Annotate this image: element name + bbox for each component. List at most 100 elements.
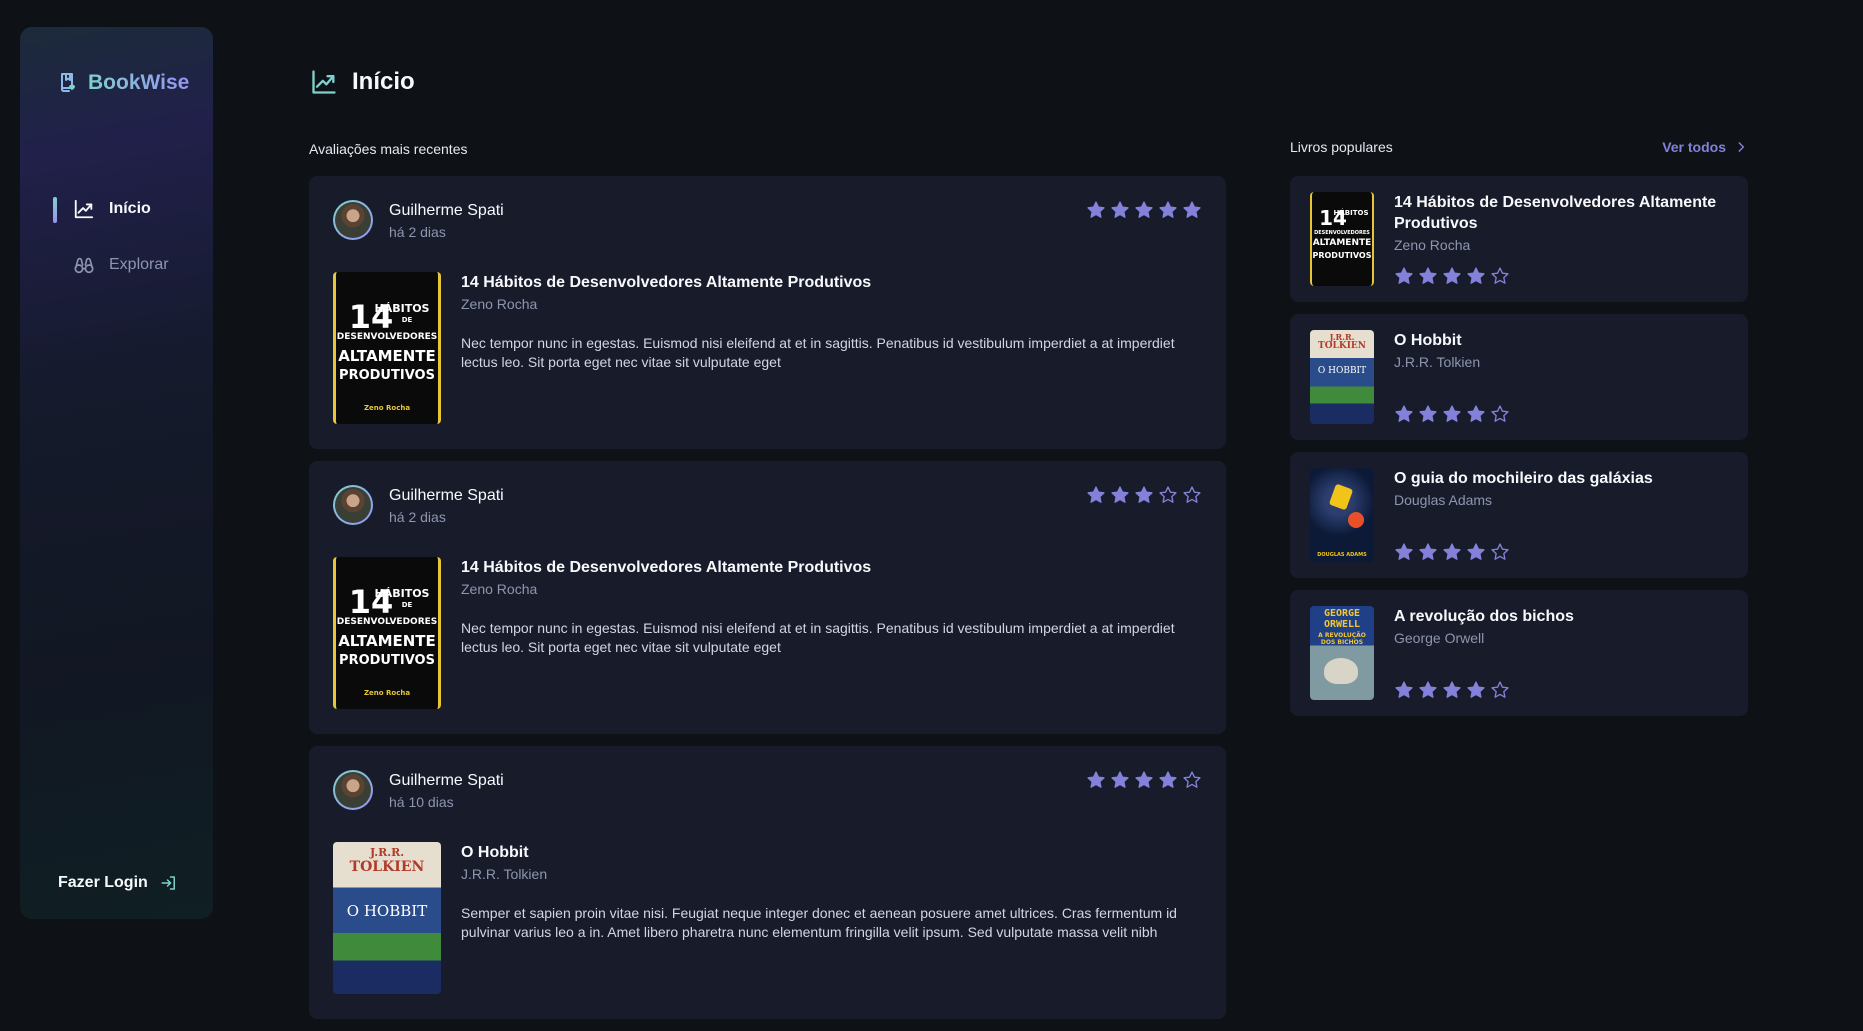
rating-stars: [1394, 404, 1728, 424]
cover-text: TOLKIEN: [349, 859, 425, 875]
book-cover[interactable]: J.R.R. TOLKIEN O HOBBIT: [1310, 330, 1374, 424]
star-filled-icon: [1395, 543, 1413, 560]
app-name: BookWise: [88, 71, 190, 94]
cover-text: HÁBITOS: [374, 587, 430, 600]
star-filled-icon: [1395, 267, 1413, 284]
sidebar-item-label: Início: [109, 200, 151, 217]
star-filled-icon: [1111, 771, 1129, 788]
star-empty-icon: [1159, 486, 1177, 503]
popular-book-card[interactable]: 14 HÁBITOS DESENVOLVEDORES ALTAMENTE PRO…: [1290, 176, 1748, 302]
review-user-name: Guilherme Spati: [389, 202, 504, 219]
book-title: A revolução dos bichos: [1394, 608, 1574, 625]
rating-stars: [1394, 680, 1728, 700]
cover-text: HÁBITOS: [374, 302, 430, 315]
book-author: Zeno Rocha: [1394, 237, 1471, 253]
book-title[interactable]: O Hobbit: [461, 842, 1202, 864]
popular-books-header: Livros populares Ver todos: [1290, 139, 1748, 155]
book-cover[interactable]: 14 HÁBITOS DE DESENVOLVEDORES ALTAMENTE …: [333, 272, 441, 424]
book-title: O Hobbit: [1394, 332, 1462, 349]
cover-text: HÁBITOS: [1333, 209, 1369, 217]
popular-books-list: 14 HÁBITOS DESENVOLVEDORES ALTAMENTE PRO…: [1290, 176, 1748, 728]
star-filled-icon: [1135, 201, 1153, 218]
star-filled-icon: [1135, 771, 1153, 788]
star-empty-icon: [1491, 543, 1509, 560]
star-filled-icon: [1111, 486, 1129, 503]
book-cover[interactable]: GEORGE ORWELL A REVOLUÇÃO DOS BICHOS: [1310, 606, 1374, 700]
rating-stars: [1086, 485, 1202, 505]
cover-text: A REVOLUÇÃO: [1318, 632, 1366, 639]
review-date: há 10 dias: [389, 794, 454, 810]
star-filled-icon: [1419, 267, 1437, 284]
sidebar-item-explorar[interactable]: Explorar: [20, 251, 213, 279]
star-filled-icon: [1159, 771, 1177, 788]
star-filled-icon: [1467, 267, 1485, 284]
star-filled-icon: [1111, 201, 1129, 218]
avatar[interactable]: [333, 200, 373, 240]
rating-stars: [1394, 266, 1728, 286]
recent-reviews-label: Avaliações mais recentes: [309, 141, 468, 157]
sidebar-item-inicio[interactable]: Início: [20, 195, 213, 223]
star-filled-icon: [1467, 681, 1485, 698]
book-title: 14 Hábitos de Desenvolvedores Altamente …: [1394, 194, 1717, 232]
popular-book-card[interactable]: J.R.R. TOLKIEN O HOBBIT O Hobbit J.R.R. …: [1290, 314, 1748, 440]
review-feed: Guilherme Spati há 2 dias 14 HÁBITOS DE …: [309, 176, 1226, 1031]
popular-book-card[interactable]: GEORGE ORWELL A REVOLUÇÃO DOS BICHOS A r…: [1290, 590, 1748, 716]
book-author: J.R.R. Tolkien: [461, 866, 548, 882]
review-user-name: Guilherme Spati: [389, 772, 504, 789]
book-author: Douglas Adams: [1394, 492, 1493, 508]
page-title-text: Início: [352, 68, 415, 95]
book-cover[interactable]: 14 HÁBITOS DESENVOLVEDORES ALTAMENTE PRO…: [1310, 192, 1374, 286]
star-filled-icon: [1443, 681, 1461, 698]
cover-text: J.R.R.: [369, 846, 405, 859]
star-filled-icon: [1135, 486, 1153, 503]
chart-line-up-icon: [74, 199, 94, 219]
page-title: Início: [310, 68, 415, 96]
book-author: George Orwell: [1394, 630, 1485, 646]
book-title[interactable]: 14 Hábitos de Desenvolvedores Altamente …: [461, 557, 1202, 579]
popular-books-title: Livros populares: [1290, 139, 1393, 155]
star-filled-icon: [1443, 267, 1461, 284]
star-filled-icon: [1443, 405, 1461, 422]
app-logo[interactable]: BookWise: [56, 71, 189, 95]
book-author: J.R.R. Tolkien: [1394, 354, 1481, 370]
cover-text: GEORGE: [1323, 608, 1361, 619]
star-filled-icon: [1419, 405, 1437, 422]
login-button[interactable]: Fazer Login: [58, 874, 178, 892]
chart-line-up-icon: [312, 70, 336, 94]
popular-book-card[interactable]: DOUGLAS ADAMS O guia do mochileiro das g…: [1290, 452, 1748, 578]
see-all-link[interactable]: Ver todos: [1662, 139, 1748, 155]
review-user-name: Guilherme Spati: [389, 487, 504, 504]
star-filled-icon: [1467, 405, 1485, 422]
cover-text: DE: [401, 601, 413, 609]
book-cover[interactable]: 14 HÁBITOS DE DESENVOLVEDORES ALTAMENTE …: [333, 557, 441, 709]
review-card[interactable]: Guilherme Spati há 2 dias 14 HÁBITOS DE …: [309, 176, 1226, 449]
book-cover[interactable]: DOUGLAS ADAMS: [1310, 468, 1374, 562]
login-label: Fazer Login: [58, 874, 148, 891]
cover-text: ALTAMENTE: [1312, 238, 1372, 248]
book-title[interactable]: 14 Hábitos de Desenvolvedores Altamente …: [461, 272, 1202, 294]
star-empty-icon: [1183, 486, 1201, 503]
cover-text: PRODUTIVOS: [339, 368, 435, 383]
star-filled-icon: [1183, 201, 1201, 218]
star-empty-icon: [1491, 405, 1509, 422]
star-filled-icon: [1087, 201, 1105, 218]
chevron-right-icon: [1738, 142, 1745, 152]
book-author: Zeno Rocha: [461, 581, 538, 597]
book-cover[interactable]: J.R.R. TOLKIEN O HOBBIT: [333, 842, 441, 994]
sidebar-item-label: Explorar: [109, 256, 169, 273]
avatar[interactable]: [333, 770, 373, 810]
star-filled-icon: [1087, 486, 1105, 503]
see-all-label: Ver todos: [1662, 139, 1726, 155]
review-card[interactable]: Guilherme Spati há 10 dias J.R.R. TOLKIE…: [309, 746, 1226, 1019]
review-text: Nec tempor nunc in egestas. Euismod nisi…: [461, 620, 1175, 655]
star-filled-icon: [1467, 543, 1485, 560]
review-card[interactable]: Guilherme Spati há 2 dias 14 HÁBITOS DE …: [309, 461, 1226, 734]
cover-text: DESENVOLVEDORES: [336, 332, 438, 342]
cover-text: DOUGLAS ADAMS: [1317, 552, 1367, 558]
review-date: há 2 dias: [389, 509, 446, 525]
avatar[interactable]: [333, 485, 373, 525]
cover-text: ALTAMENTE: [338, 632, 436, 650]
rating-stars: [1086, 200, 1202, 220]
star-empty-icon: [1491, 267, 1509, 284]
rating-stars: [1086, 770, 1202, 790]
